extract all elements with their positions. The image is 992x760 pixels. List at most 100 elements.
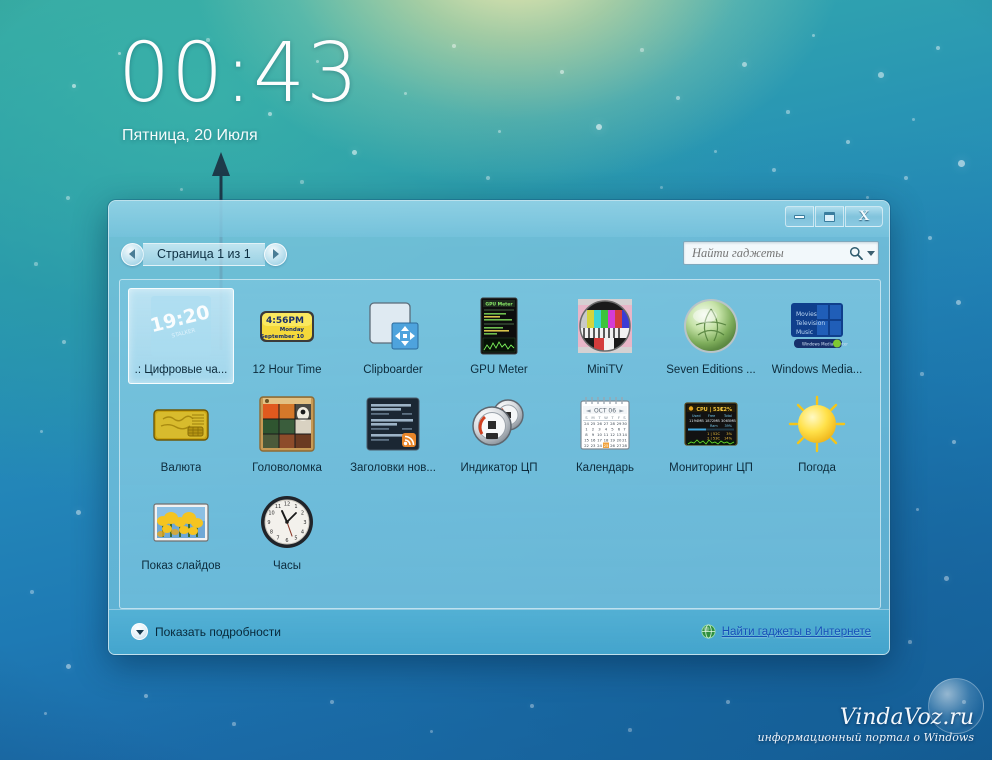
close-icon: X: [858, 208, 870, 224]
gallery-footer: Показать подробности Найти гаджеты в Инт…: [109, 609, 889, 654]
svg-text:10: 10: [597, 432, 602, 437]
magnifier-glyph: [850, 246, 864, 260]
gadget-item-picture-puzzle[interactable]: Головоломка: [234, 386, 340, 482]
gallery-toolbar: Страница 1 из 1: [109, 237, 889, 279]
svg-text:OCT 06: OCT 06: [594, 407, 616, 414]
svg-text:12: 12: [610, 432, 615, 437]
page-navigation: Страница 1 из 1: [121, 242, 287, 266]
minimize-button[interactable]: [785, 206, 814, 227]
twelve-hour-time-icon: 4:56PM Monday September 10: [256, 295, 318, 357]
search-input[interactable]: [684, 245, 848, 261]
picture-puzzle-icon: [256, 393, 318, 455]
svg-text:18: 18: [604, 437, 609, 442]
gadget-label: Часы: [272, 559, 302, 572]
svg-text:9: 9: [267, 520, 270, 526]
gadget-item-mini-tv[interactable]: MiniTV: [552, 288, 658, 384]
find-gadgets-online-link[interactable]: Найти гаджеты в Интернете: [701, 624, 871, 639]
svg-text:M: M: [591, 415, 594, 420]
svg-text:25: 25: [604, 443, 609, 448]
gadget-item-cpu-monitor[interactable]: CPU | 53C 12% Used Free Total 1194MB 1872MB…: [658, 386, 764, 482]
chevron-right-icon: [273, 249, 280, 259]
svg-text:28: 28: [622, 443, 627, 448]
gadget-label: 12 Hour Time: [252, 364, 322, 376]
gadget-item-digital-clock[interactable]: 19:20 STALKER .: Цифровые ча...: [128, 288, 234, 384]
window-titlebar: X: [109, 201, 889, 237]
maximize-button[interactable]: [815, 206, 844, 227]
currency-card-icon: [150, 393, 212, 455]
gadget-item-weather[interactable]: Погода: [764, 386, 870, 482]
svg-text:30: 30: [622, 421, 627, 426]
svg-text:Windows Media Center: Windows Media Center: [802, 342, 848, 347]
svg-text:11: 11: [604, 432, 609, 437]
gadget-label: MiniTV: [587, 364, 623, 376]
search-dropdown-button[interactable]: [865, 242, 878, 264]
svg-text:22: 22: [584, 443, 589, 448]
svg-text:17: 17: [597, 437, 602, 442]
svg-text:Television: Television: [795, 320, 825, 327]
gadget-item-news-headlines[interactable]: Заголовки нов...: [340, 386, 446, 482]
svg-text:11: 11: [275, 504, 281, 510]
show-details-button[interactable]: Показать подробности: [131, 623, 281, 640]
svg-text:3065MB: 3065MB: [721, 419, 736, 423]
windows-media-center-icon: Movies Television Music Windows Media Ce…: [786, 295, 848, 357]
svg-text:1: 1: [294, 504, 297, 510]
gadget-label: Валюта: [160, 461, 202, 474]
digital-clock-stalker-icon: 19:20 STALKER: [150, 295, 212, 357]
svg-text:Used: Used: [692, 414, 701, 418]
svg-text:19: 19: [610, 437, 615, 442]
search-box[interactable]: [683, 241, 879, 265]
svg-text:Music: Music: [796, 329, 813, 336]
gadget-item-cpu-gauge[interactable]: Индикатор ЦП: [446, 386, 552, 482]
gadget-item-windows-media-center[interactable]: Movies Television Music Windows Media Ce…: [764, 288, 870, 384]
gadget-label: Clipboarder: [363, 364, 423, 376]
gadget-label: Seven Editions ...: [666, 364, 756, 376]
svg-text:GPU Meter: GPU Meter: [485, 302, 513, 308]
gadget-label: .: Цифровые ча...: [134, 364, 228, 376]
gadget-row: Показ слайдов 12 1 2 345 678 9 10 11 Час…: [128, 484, 874, 582]
gadget-item-clipboarder[interactable]: Clipboarder: [340, 288, 446, 384]
weather-sun-icon: [786, 393, 848, 455]
svg-text:28: 28: [610, 421, 615, 426]
svg-text:September 10: September 10: [260, 334, 304, 340]
find-gadgets-online-label: Найти гаджеты в Интернете: [721, 625, 871, 638]
svg-text:►: ►: [619, 407, 624, 414]
svg-text:15: 15: [584, 437, 589, 442]
gadget-item-currency[interactable]: Валюта: [128, 386, 234, 482]
mini-tv-icon: [574, 295, 636, 357]
svg-text:1872MB: 1872MB: [705, 419, 720, 423]
search-icon[interactable]: [848, 246, 865, 260]
svg-text:W: W: [604, 415, 608, 420]
svg-text:26: 26: [597, 421, 602, 426]
page-indicator-label: Страница 1 из 1: [143, 242, 265, 266]
globe-icon: [701, 624, 716, 639]
analog-clock-icon: 12 1 2 345 678 9 10 11: [256, 491, 318, 553]
svg-text:26: 26: [610, 443, 615, 448]
previous-page-button[interactable]: [121, 242, 144, 266]
clipboarder-icon: [362, 295, 424, 357]
svg-text:Movies: Movies: [796, 311, 817, 318]
gadget-item-slideshow[interactable]: Показ слайдов: [128, 484, 234, 580]
gadget-label: Индикатор ЦП: [460, 461, 538, 474]
gadget-item-analog-clock[interactable]: 12 1 2 345 678 9 10 11 Часы: [234, 484, 340, 580]
gadget-item-calendar[interactable]: OCT 06 ◄ ► SMT WTFS 24 25 26 27 28 29 30 12345…: [552, 386, 658, 482]
svg-text:4:56PM: 4:56PM: [266, 316, 304, 326]
desktop-clock: 00:43 Пятница, 20 Июля: [118, 32, 359, 145]
gadget-item-12-hour-time[interactable]: 4:56PM Monday September 10 12 Hour Time: [234, 288, 340, 384]
watermark-bubble-icon: [928, 678, 984, 734]
gadget-item-seven-editions[interactable]: Seven Editions ...: [658, 288, 764, 384]
gadget-item-gpu-meter[interactable]: GPU Meter GPU Meter: [446, 288, 552, 384]
next-page-button[interactable]: [263, 242, 287, 266]
close-button[interactable]: X: [845, 206, 883, 227]
svg-text:14%: 14%: [724, 436, 733, 440]
svg-text:3%: 3%: [726, 432, 732, 436]
chevron-down-circle-icon: [131, 623, 148, 640]
calendar-icon: OCT 06 ◄ ► SMT WTFS 24 25 26 27 28 29 30 12345…: [574, 393, 636, 455]
maximize-icon: [824, 211, 835, 222]
svg-text:12%: 12%: [720, 407, 732, 413]
svg-text:10: 10: [268, 510, 274, 516]
svg-text:2: 2: [301, 510, 304, 516]
svg-text:24: 24: [597, 443, 602, 448]
svg-text:4: 4: [301, 529, 304, 535]
chevron-left-icon: [128, 249, 135, 259]
slideshow-tulips-icon: [150, 491, 212, 553]
